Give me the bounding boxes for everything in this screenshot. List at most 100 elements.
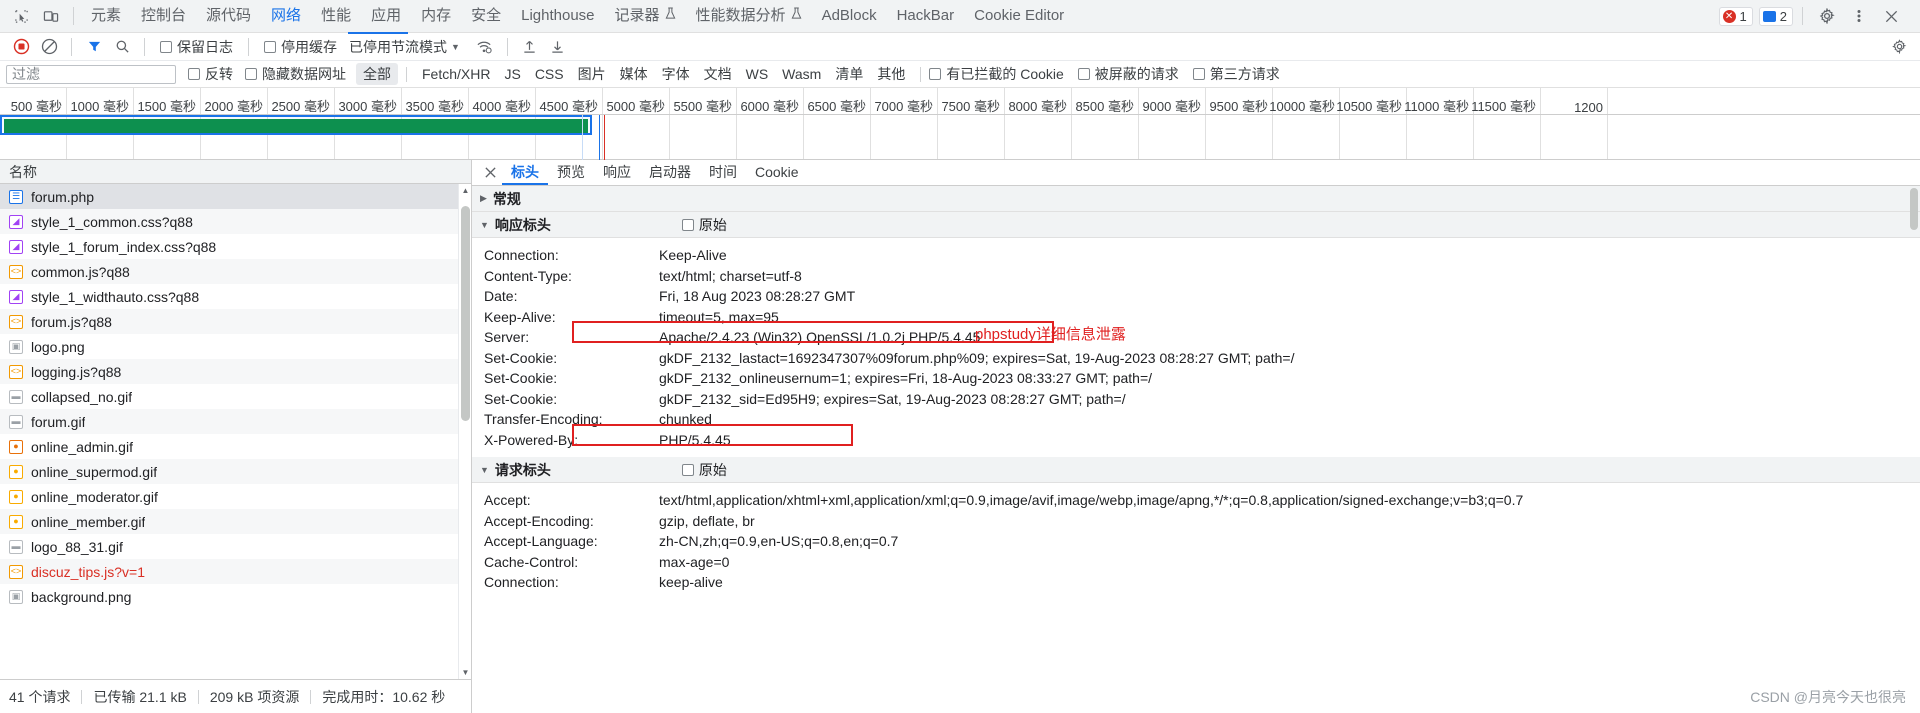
type-chip-manifest[interactable]: 清单 (828, 63, 870, 85)
preserve-log-checkbox[interactable]: 保留日志 (160, 37, 233, 57)
request-row[interactable]: ▣ logo.png (0, 334, 471, 359)
summary-finish: 完成用时：10.62 秒 (322, 688, 446, 705)
record-button[interactable] (8, 35, 34, 59)
request-row[interactable]: ◢ style_1_widthauto.css?q88 (0, 284, 471, 309)
type-chip-fetch-xhr[interactable]: Fetch/XHR (415, 65, 497, 83)
checkbox-box (1192, 68, 1205, 80)
request-row[interactable]: <> logging.js?q88 (0, 359, 471, 384)
detail-scrollbar-thumb[interactable] (1910, 188, 1918, 230)
invert-checkbox[interactable]: 反转 (188, 64, 233, 84)
throttling-select[interactable]: 已停用节流模式 ▼ (349, 37, 460, 57)
request-row[interactable]: ▬ collapsed_no.gif (0, 384, 471, 409)
tab-recorder[interactable]: 记录器 (605, 3, 686, 29)
device-toolbar-icon[interactable] (36, 3, 66, 29)
close-detail-icon[interactable] (478, 161, 502, 185)
tab-hackbar[interactable]: HackBar (887, 3, 965, 29)
tab-adblock[interactable]: AdBlock (812, 3, 887, 29)
request-row[interactable]: ☰ forum.php (0, 184, 471, 209)
type-chip-css[interactable]: CSS (528, 65, 571, 83)
tab-performance-insights[interactable]: 性能数据分析 (686, 3, 812, 29)
network-conditions-icon[interactable] (472, 35, 498, 59)
tab-security[interactable]: 安全 (461, 3, 511, 29)
message-count-badge[interactable]: 2 (1758, 6, 1793, 26)
tab-cookie-editor[interactable]: Cookie Editor (964, 3, 1074, 29)
request-list-header[interactable]: 名称 (0, 160, 471, 184)
request-row[interactable]: ▬ logo_88_31.gif (0, 534, 471, 559)
request-row[interactable]: <> forum.js?q88 (0, 309, 471, 334)
scrollbar-thumb[interactable] (461, 206, 470, 421)
request-name: common.js?q88 (31, 263, 130, 280)
raw-label: 原始 (698, 461, 727, 478)
filter-icon[interactable] (81, 35, 107, 59)
blocked-requests-checkbox[interactable]: 被屏蔽的请求 (1077, 64, 1179, 84)
hide-data-urls-checkbox[interactable]: 隐藏数据网址 (245, 64, 346, 84)
request-row[interactable]: ▣ background.png (0, 584, 471, 609)
third-party-checkbox[interactable]: 第三方请求 (1192, 64, 1280, 84)
request-row[interactable]: ● online_supermod.gif (0, 459, 471, 484)
filter-input[interactable] (6, 64, 176, 84)
request-row[interactable]: ● online_moderator.gif (0, 484, 471, 509)
request-row[interactable]: ● online_member.gif (0, 509, 471, 534)
script-icon: <> (9, 364, 23, 379)
type-chip-image[interactable]: 图片 (571, 63, 613, 85)
type-chip-other[interactable]: 其他 (870, 63, 912, 85)
detail-tab-initiator[interactable]: 启动器 (640, 160, 700, 185)
general-section-header[interactable]: ▶ 常规 (472, 186, 1920, 212)
detail-tab-cookies[interactable]: Cookie (746, 160, 808, 185)
request-row[interactable]: <> discuz_tips.js?v=1 (0, 559, 471, 584)
tab-sources[interactable]: 源代码 (196, 3, 261, 29)
raw-toggle-request[interactable]: 原始 (681, 460, 727, 480)
detail-tab-timing[interactable]: 时间 (700, 160, 746, 185)
gear-icon[interactable] (1812, 3, 1842, 29)
import-har-icon[interactable] (517, 35, 543, 59)
type-chip-wasm[interactable]: Wasm (775, 65, 828, 83)
close-icon[interactable] (1876, 3, 1906, 29)
checkbox-box (929, 68, 942, 80)
request-rows[interactable]: ☰ forum.php ◢ style_1_common.css?q88 ◢ style_… (0, 184, 471, 679)
tab-lighthouse[interactable]: Lighthouse (511, 3, 604, 29)
raw-toggle-response[interactable]: 原始 (681, 215, 727, 235)
tab-network[interactable]: 网络 (261, 3, 311, 29)
blocked-cookies-checkbox[interactable]: 有已拦截的 Cookie (929, 64, 1064, 84)
search-icon[interactable] (109, 35, 135, 59)
request-row[interactable]: ▬ forum.gif (0, 409, 471, 434)
error-count-badge[interactable]: ✕ 1 (1718, 6, 1753, 26)
more-options-icon[interactable] (1844, 3, 1874, 29)
response-headers-section-header[interactable]: ▼ 响应标头 原始 (472, 212, 1920, 238)
detail-tab-headers[interactable]: 标头 (502, 160, 548, 185)
tab-performance[interactable]: 性能 (311, 3, 361, 29)
timeline-tick-label: 500 毫秒 (10, 99, 62, 114)
scroll-down-icon[interactable]: ▼ (459, 666, 472, 679)
type-chip-font[interactable]: 字体 (655, 63, 697, 85)
network-overview[interactable]: 500 毫秒 1000 毫秒 1500 毫秒 2000 毫秒 2500 毫秒 3000 毫… (0, 88, 1920, 160)
network-settings-gear-icon[interactable] (1886, 35, 1912, 59)
response-header-row: Set-Cookie: gkDF_2132_onlineusernum=1; ex… (472, 368, 1920, 389)
type-chip-all[interactable]: 全部 (356, 63, 398, 85)
detail-tab-preview[interactable]: 预览 (548, 160, 594, 185)
tab-application[interactable]: 应用 (361, 3, 411, 29)
type-chip-doc[interactable]: 文档 (697, 63, 739, 85)
request-headers-section-header[interactable]: ▼ 请求标头 原始 (472, 457, 1920, 483)
export-har-icon[interactable] (545, 35, 571, 59)
type-chip-media[interactable]: 媒体 (613, 63, 655, 85)
clear-button[interactable] (36, 35, 62, 59)
timeline-selection[interactable] (0, 115, 592, 135)
disable-cache-checkbox[interactable]: 停用缓存 (264, 37, 337, 57)
request-row[interactable]: ◢ style_1_common.css?q88 (0, 209, 471, 234)
tab-elements[interactable]: 元素 (81, 3, 131, 29)
type-chip-ws[interactable]: WS (739, 65, 776, 83)
detail-scrollbar[interactable] (1908, 186, 1920, 713)
request-row[interactable]: ● online_admin.gif (0, 434, 471, 459)
type-chip-js[interactable]: JS (497, 65, 527, 83)
request-row[interactable]: ◢ style_1_forum_index.css?q88 (0, 234, 471, 259)
request-list-scrollbar[interactable]: ▲ ▼ (458, 184, 471, 679)
header-value: gkDF_2132_sid=Ed95H9; expires=Sat, 19-Au… (659, 390, 1126, 407)
request-row[interactable]: <> common.js?q88 (0, 259, 471, 284)
tab-memory[interactable]: 内存 (411, 3, 461, 29)
scroll-up-icon[interactable]: ▲ (459, 184, 472, 197)
response-header-row: Date: Fri, 18 Aug 2023 08:28:27 GMT (472, 286, 1920, 307)
inspect-icon[interactable] (6, 3, 36, 29)
detail-tab-response[interactable]: 响应 (594, 160, 640, 185)
header-key: Set-Cookie: (484, 390, 558, 407)
tab-console[interactable]: 控制台 (131, 3, 196, 29)
